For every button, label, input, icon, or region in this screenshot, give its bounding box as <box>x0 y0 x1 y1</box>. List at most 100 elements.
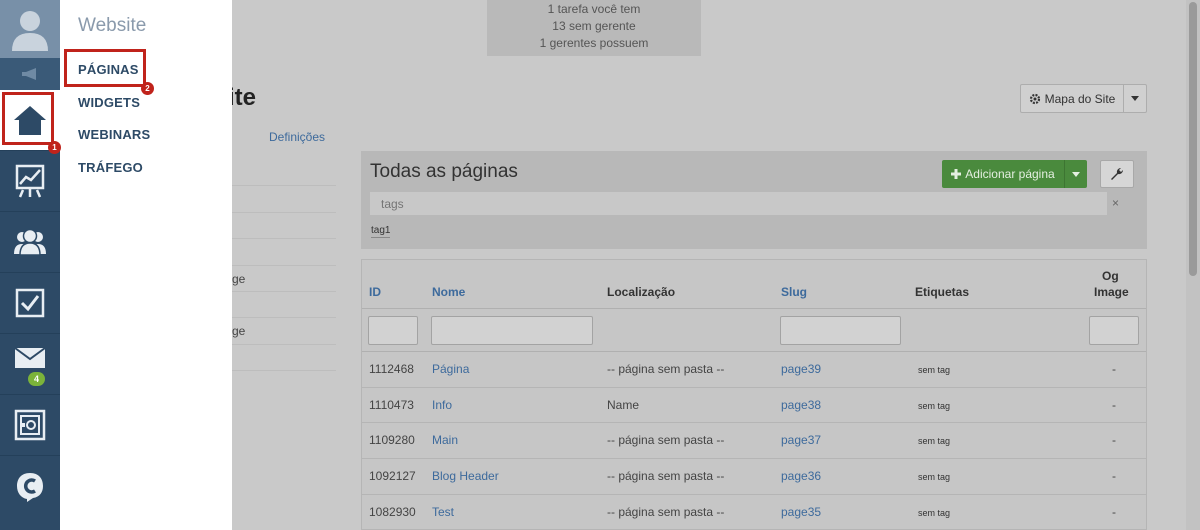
left-list-row[interactable] <box>232 239 336 266</box>
caret-down-icon <box>1131 96 1139 101</box>
rail-item-brand[interactable] <box>0 456 60 517</box>
notice-line-2: 13 sem gerente <box>552 19 636 33</box>
sitemap-dropdown-toggle[interactable] <box>1124 85 1146 112</box>
checkbox-icon <box>15 288 45 318</box>
annotation-box-1 <box>2 92 54 145</box>
panel-title: Todas as páginas <box>370 161 518 182</box>
col-header-id[interactable]: ID <box>369 285 381 299</box>
col-header-slug[interactable]: Slug <box>781 285 807 299</box>
announcements-button[interactable] <box>0 58 60 90</box>
annotation-box-2 <box>64 49 146 87</box>
left-list-row[interactable] <box>232 345 336 372</box>
cell-name[interactable]: Página <box>432 362 469 376</box>
gear-icon <box>1029 93 1040 104</box>
user-avatar[interactable] <box>0 0 60 58</box>
cell-slug[interactable]: page38 <box>781 398 821 412</box>
filter-slug-input[interactable] <box>780 316 901 345</box>
icon-rail: 4 <box>0 0 60 530</box>
mail-icon <box>14 347 46 368</box>
cell-slug[interactable]: page35 <box>781 505 821 519</box>
sitemap-button[interactable]: Mapa do Site <box>1020 84 1147 113</box>
plus-icon <box>951 169 962 179</box>
tags-filter-input[interactable] <box>370 192 1107 215</box>
page-title: ite <box>232 84 257 111</box>
tag-chip[interactable]: tag1 <box>371 225 391 238</box>
filter-og-input[interactable] <box>1089 316 1139 345</box>
tags-clear-button[interactable]: × <box>1112 196 1119 210</box>
cell-tags: sem tag <box>918 507 951 518</box>
rail-item-reports[interactable] <box>0 151 60 212</box>
logo-icon <box>17 472 43 502</box>
table-row: 1112468 Página -- página sem pasta -- pa… <box>362 352 1146 388</box>
cell-slug[interactable]: page37 <box>781 433 821 447</box>
cell-slug[interactable]: page36 <box>781 469 821 483</box>
scrollbar-thumb[interactable] <box>1189 2 1197 276</box>
wrench-icon <box>1111 167 1124 180</box>
cell-id: 1112468 <box>369 362 414 376</box>
add-page-dropdown-toggle[interactable] <box>1065 160 1087 188</box>
chart-icon <box>15 164 45 198</box>
left-list-row[interactable] <box>232 292 336 319</box>
cell-location: -- página sem pasta -- <box>607 504 725 519</box>
mail-count-badge: 4 <box>28 372 46 386</box>
add-page-button[interactable]: Adicionar página <box>942 160 1087 188</box>
left-list-row[interactable] <box>232 160 336 187</box>
settings-wrench-button[interactable] <box>1100 160 1134 188</box>
rail-item-tasks[interactable] <box>0 273 60 334</box>
pages-panel: Todas as páginas Adicionar página × tag1 <box>361 151 1147 249</box>
user-icon <box>12 11 48 51</box>
col-header-og-image: Image <box>1094 285 1129 299</box>
contacts-icon <box>14 228 46 256</box>
cell-location: Name <box>607 397 640 412</box>
sitemap-label: Mapa do Site <box>1044 91 1116 106</box>
tab-definitions[interactable]: Definições <box>269 130 325 144</box>
filter-row <box>362 309 1146 352</box>
cell-location: -- página sem pasta -- <box>607 469 725 484</box>
rail-item-contacts[interactable] <box>0 212 60 273</box>
cell-og: - <box>1112 433 1116 448</box>
cell-og: - <box>1112 504 1116 519</box>
notice-line-1: 1 tarefa você tem <box>547 2 641 16</box>
cell-location: -- página sem pasta -- <box>607 362 725 376</box>
menu-item-widgets[interactable]: WIDGETS <box>78 95 140 110</box>
col-header-tags: Etiquetas <box>915 285 970 299</box>
cell-tags: sem tag <box>918 365 951 375</box>
page-scrollbar[interactable] <box>1186 0 1200 530</box>
left-list-row[interactable] <box>232 186 336 213</box>
cell-slug[interactable]: page39 <box>781 362 821 376</box>
menu-item-trafego[interactable]: TRÁFEGO <box>78 160 143 175</box>
cell-name[interactable]: Test <box>432 505 454 519</box>
main-content: 1 tarefa você tem 13 sem gerente 1 geren… <box>232 0 1200 530</box>
caret-down-icon <box>1072 171 1080 177</box>
left-list-row[interactable]: ge <box>232 318 336 345</box>
pages-table: ID Nome Localização Slug Etiquetas Og Im… <box>361 259 1147 530</box>
rail-item-email[interactable]: 4 <box>0 334 60 395</box>
col-header-og: Og <box>1102 269 1119 283</box>
cell-og: - <box>1112 362 1116 376</box>
cell-name[interactable]: Blog Header <box>432 469 499 483</box>
cell-id: 1110473 <box>369 397 414 412</box>
col-header-name[interactable]: Nome <box>432 285 465 299</box>
filter-id-input[interactable] <box>368 316 418 345</box>
cell-tags: sem tag <box>918 472 951 483</box>
add-page-main[interactable]: Adicionar página <box>942 160 1065 188</box>
left-page-list: ge ge <box>232 160 336 372</box>
cell-id: 1109280 <box>369 433 415 448</box>
cell-id: 1082930 <box>369 504 416 519</box>
cell-og: - <box>1112 397 1116 412</box>
menu-item-webinars[interactable]: WEBINARS <box>78 127 150 142</box>
table-row: 1082930 Test -- página sem pasta -- page… <box>362 495 1146 530</box>
rail-item-safe[interactable] <box>0 395 60 456</box>
filter-name-input[interactable] <box>431 316 593 345</box>
cell-location: -- página sem pasta -- <box>607 433 725 448</box>
megaphone-icon <box>22 68 36 80</box>
cell-name[interactable]: Main <box>432 433 458 447</box>
cell-name[interactable]: Info <box>432 398 452 412</box>
table-header: ID Nome Localização Slug Etiquetas Og Im… <box>362 260 1146 309</box>
left-list-row[interactable]: ge <box>232 266 336 292</box>
add-page-label: Adicionar página <box>965 167 1055 181</box>
table-row: 1092127 Blog Header -- página sem pasta … <box>362 459 1146 495</box>
left-list-row[interactable] <box>232 213 336 240</box>
cell-og: - <box>1112 469 1116 484</box>
sitemap-button-main[interactable]: Mapa do Site <box>1021 85 1124 112</box>
